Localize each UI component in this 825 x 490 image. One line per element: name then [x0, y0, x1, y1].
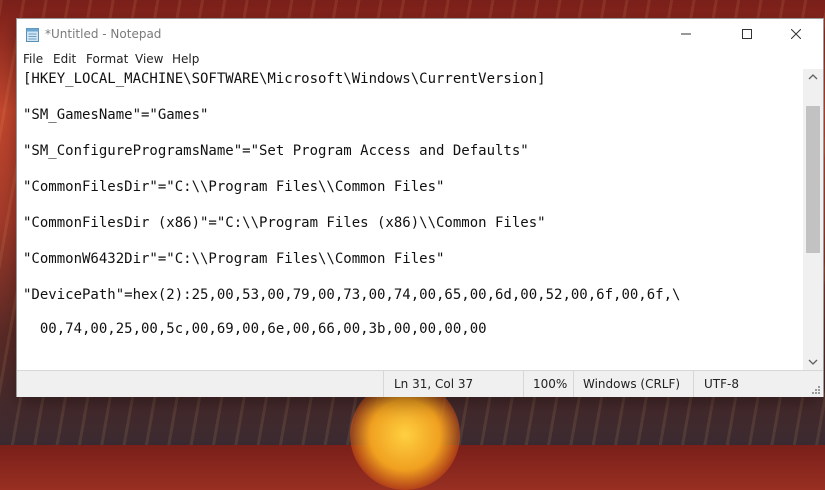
close-button[interactable] — [773, 19, 819, 49]
text-editor[interactable]: [HKEY_LOCAL_MACHINE\SOFTWARE\Microsoft\W… — [17, 69, 803, 370]
maximize-icon — [742, 29, 752, 39]
resize-grip-icon[interactable] — [811, 385, 821, 395]
editor-line: "CommonFilesDir"="C:\\Program Files\\Com… — [23, 179, 445, 195]
editor-line: [HKEY_LOCAL_MACHINE\SOFTWARE\Microsoft\W… — [23, 71, 546, 87]
editor-line: "CommonFilesDir (x86)"="C:\\Program File… — [23, 215, 546, 231]
maximize-button[interactable] — [724, 19, 770, 49]
menu-file[interactable]: File — [23, 52, 43, 66]
vertical-scrollbar[interactable] — [803, 69, 823, 370]
zoom-level: 100% — [533, 377, 568, 391]
editor-line: "SM_GamesName"="Games" — [23, 107, 209, 123]
window-title: *Untitled - Notepad — [45, 27, 162, 41]
status-bar: Ln 31, Col 37 100% Windows (CRLF) UTF-8 — [17, 370, 823, 397]
editor-line: "DevicePath"=hex(2):25,00,53,00,79,00,73… — [23, 287, 681, 303]
scroll-down-icon[interactable] — [808, 358, 818, 366]
line-ending: Windows (CRLF) — [583, 377, 681, 391]
editor-line: "CommonW6432Dir"="C:\\Program Files\\Com… — [23, 251, 445, 267]
menu-help[interactable]: Help — [172, 52, 199, 66]
editor-line: "SM_ConfigureProgramsName"="Set Program … — [23, 143, 529, 159]
encoding: UTF-8 — [704, 377, 739, 391]
menu-format[interactable]: Format — [86, 52, 128, 66]
status-separator — [693, 371, 694, 397]
status-separator — [383, 371, 384, 397]
status-separator — [573, 371, 574, 397]
minimize-icon — [681, 33, 691, 35]
scroll-up-icon[interactable] — [808, 73, 818, 81]
notepad-app-icon — [26, 28, 39, 42]
cursor-position: Ln 31, Col 37 — [394, 377, 474, 391]
menu-edit[interactable]: Edit — [53, 52, 76, 66]
menu-bar: File Edit Format View Help — [17, 49, 823, 69]
status-separator — [523, 371, 524, 397]
menu-view[interactable]: View — [135, 52, 163, 66]
scrollbar-thumb[interactable] — [806, 106, 820, 253]
minimize-button[interactable] — [663, 19, 709, 49]
editor-line: 00,74,00,25,00,5c,00,69,00,6e,00,66,00,3… — [23, 321, 487, 337]
title-bar[interactable]: *Untitled - Notepad — [17, 19, 823, 49]
close-icon — [791, 29, 801, 39]
notepad-window: *Untitled - Notepad File Edit Format Vie… — [17, 19, 823, 397]
